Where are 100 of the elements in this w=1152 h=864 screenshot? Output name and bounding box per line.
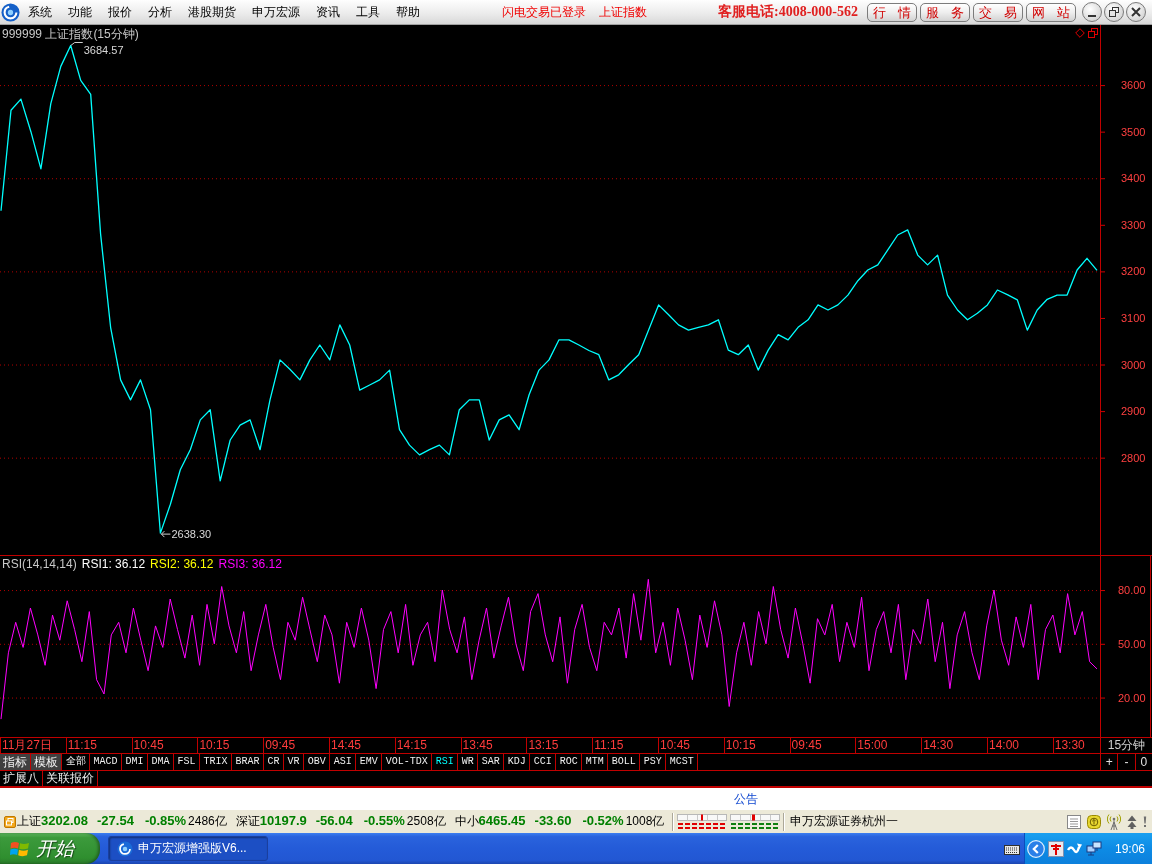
index-name: 中小 [454,813,479,830]
minimize-icon [1088,14,1096,17]
nav-button[interactable]: 交 易 [973,2,1023,22]
indicator-tab[interactable]: ASI [330,754,357,770]
index-name: 深证 [235,813,260,830]
app-logo-icon [117,840,133,857]
time-label: 14:00 [986,738,1053,753]
index-name: 上证 [17,813,41,830]
windows-flag-icon [10,839,30,858]
time-label: 11:15 [592,738,658,753]
time-label: 09:45 [263,738,329,753]
index-percent: -0.85% [144,813,187,828]
index-value: 6465.45 [478,813,526,828]
coin-icon[interactable] [1087,814,1101,829]
bottom-tab[interactable]: 扩展八 [0,771,43,786]
axis-label: 3500 [1121,125,1146,138]
clock-text: 19:06 [1114,841,1145,856]
app-logo-icon [1,2,20,22]
index-change: -33.60 [534,813,572,828]
index-value: 10197.9 [259,813,307,828]
login-status-text: 闪电交易已登录 [502,3,586,21]
exclamation-icon[interactable] [1143,815,1147,828]
indicator-tab[interactable]: VR [284,754,305,770]
axis-label: 3600 [1121,79,1146,92]
index-change: -56.04 [315,813,353,828]
price-annotation: 3684.57 [70,42,124,57]
time-label: 10:45 [131,738,198,753]
window-icon[interactable] [1088,28,1098,38]
index-volume: 2486亿 [188,813,227,830]
broker-name: 申万宏源证券杭州一 [790,813,899,830]
menu-item[interactable]: 分析 [140,1,180,23]
index-change: -27.54 [97,813,134,828]
axis-label: 3300 [1121,218,1146,231]
time-label: 14:15 [394,738,461,753]
restore-button[interactable] [1104,2,1124,22]
nav-button[interactable]: 行 情 [867,2,917,22]
menu-item[interactable]: 申万宏源 [244,1,308,23]
axis-label: 50.00 [1118,637,1146,650]
time-label: 15:00 [855,738,922,753]
time-label: 13:45 [460,738,527,753]
indicator-name: RSI(14,14,14) [2,557,77,571]
bar-meter-icon [730,813,781,830]
time-label: 10:15 [197,738,264,753]
menu-item[interactable]: 系统 [20,1,60,23]
time-label: 11月27日 [0,738,66,753]
indicator-reading: RSI2: 36.12 [150,557,214,571]
annotation: 3684.57 [83,44,124,57]
antenna-icon[interactable] [1107,812,1121,831]
index-link[interactable]: 上证指数 [599,3,647,21]
axis-label: 3000 [1121,358,1146,371]
notice-title[interactable]: 公告 [734,790,758,808]
indicator-tab[interactable]: 指标 [0,754,31,770]
document-icon[interactable] [1067,814,1081,829]
close-button[interactable] [1126,2,1146,22]
time-label: 11:15 [65,738,132,753]
time-label: 13:15 [526,738,593,753]
menu-item[interactable]: 港股期货 [180,1,244,23]
hotline-text: 客服电话:4008-000-562 [718,3,858,21]
menu-item[interactable]: 工具 [348,1,388,23]
axis-label: 3100 [1121,311,1146,324]
axis-label: 80.00 [1118,584,1146,597]
indicator-tab[interactable]: 模板 [31,754,62,770]
menu-item[interactable]: 帮助 [388,1,428,23]
chevron-left-icon[interactable] [1026,839,1045,858]
axis-label: 2800 [1121,451,1146,464]
index-volume: 2508亿 [406,813,446,830]
nav-button[interactable]: 服 务 [920,2,970,22]
nav-button[interactable]: 网 站 [1026,2,1076,22]
axis-label: 2900 [1121,405,1146,418]
time-label: 14:45 [329,738,395,753]
menu-item[interactable]: 资讯 [308,1,348,23]
time-label: 13:30 [1052,738,1100,753]
window-stack-icon[interactable] [4,815,16,828]
network-icon[interactable] [1085,840,1102,857]
diamond-icon[interactable] [1075,28,1085,38]
bar-meter-icon [677,813,728,830]
chart-title: 999999 上证指数(15分钟) [2,26,139,43]
cross-icon[interactable] [1047,840,1064,857]
start-button[interactable]: 开始 [0,833,100,864]
indicator-tab[interactable]: TRIX [200,754,233,770]
double-arrow-up-icon[interactable] [1127,814,1137,829]
time-label: 10:45 [657,738,724,753]
close-icon [1131,7,1141,17]
index-value: 3202.08 [41,813,88,828]
time-label: 10:15 [723,738,790,753]
menu-item[interactable]: 报价 [100,1,140,23]
annotation: 2638.30 [171,528,212,541]
taskbar-button[interactable]: 申万宏源增强版V6... [108,836,268,861]
menu-item[interactable]: 功能 [60,1,100,23]
keyboard-icon[interactable] [1003,842,1020,855]
index-volume: 1008亿 [625,813,665,830]
axis-label: 3200 [1121,265,1146,278]
axis-label: 20.00 [1118,691,1146,704]
axis-label: 3400 [1121,172,1146,185]
indicator-reading: RSI3: 36.12 [218,557,282,571]
indicator-tab[interactable]: WR [458,754,479,770]
index-percent: -0.52% [582,813,624,828]
indicator-tab[interactable]: VOL-TDX [382,754,433,770]
minimize-button[interactable] [1082,2,1102,22]
bottom-tab[interactable]: 关联报价 [43,771,98,786]
